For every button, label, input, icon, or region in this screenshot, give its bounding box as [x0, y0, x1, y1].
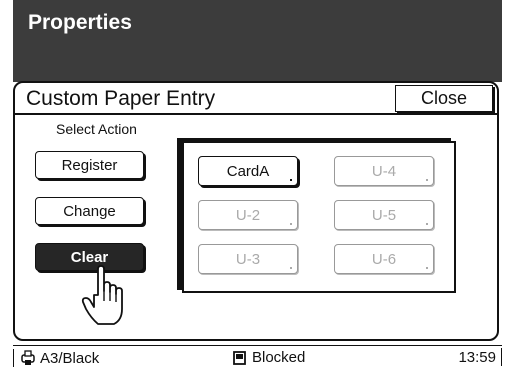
state-label: Blocked [252, 349, 306, 366]
paper-slot-grid: CardA U-4 U-2 U-5 U-3 U-6 [182, 141, 456, 293]
panel-header: Custom Paper Entry Close [15, 83, 497, 115]
title-bar: Properties [13, 0, 502, 82]
paper-slot-u3[interactable]: U-3 [198, 244, 298, 274]
paper-slot-u2[interactable]: U-2 [198, 200, 298, 230]
state-status: Blocked [233, 349, 305, 366]
paper-slot-label: CardA [226, 163, 270, 180]
window-title: Properties [28, 11, 132, 34]
document-icon [233, 350, 246, 365]
paper-slot-u5[interactable]: U-5 [334, 200, 434, 230]
printer-icon [21, 350, 35, 365]
register-button[interactable]: Register [35, 151, 144, 179]
paper-slot-label: U-5 [371, 207, 397, 224]
clock: 13:59 [458, 349, 496, 366]
paper-slot-label: U-4 [371, 163, 397, 180]
select-action-label: Select Action [56, 121, 137, 137]
paper-status: A3/Black [13, 349, 99, 367]
paper-slot-label: U-3 [235, 251, 261, 268]
paper-slot-label: U-2 [235, 207, 261, 224]
paper-slot-carda[interactable]: CardA [198, 156, 298, 186]
panel-title: Custom Paper Entry [26, 87, 216, 110]
close-button[interactable]: Close [395, 85, 493, 112]
change-button[interactable]: Change [35, 197, 144, 225]
paper-size-label: A3/Black [40, 349, 100, 367]
custom-paper-entry-panel: Custom Paper Entry Close Select Action R… [13, 81, 499, 341]
pointing-hand-icon [81, 265, 123, 325]
status-bar: A3/Black Blocked 13:59 [13, 345, 502, 370]
paper-slot-label: U-6 [371, 251, 397, 268]
paper-slot-u4[interactable]: U-4 [334, 156, 434, 186]
paper-slot-u6[interactable]: U-6 [334, 244, 434, 274]
